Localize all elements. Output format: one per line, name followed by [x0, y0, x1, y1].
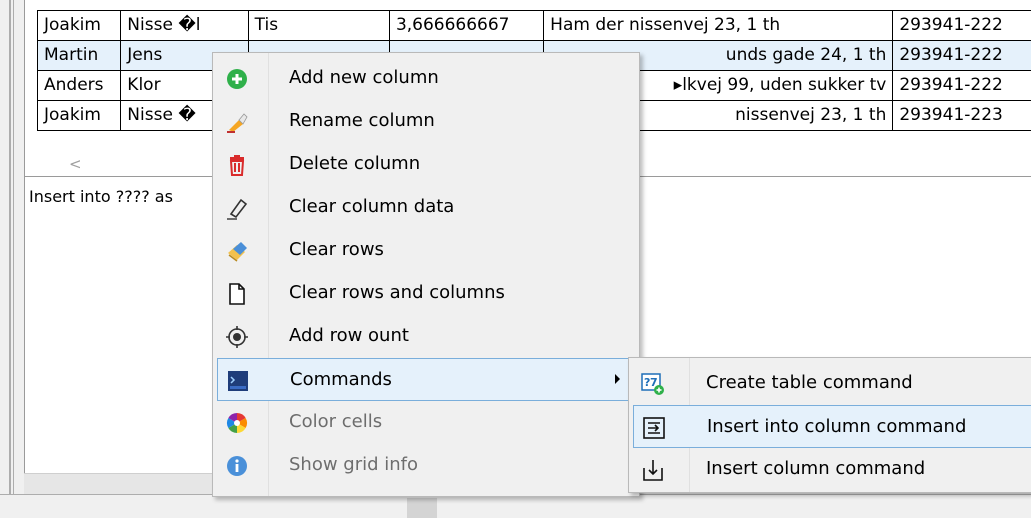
grid-cell[interactable]: Tis	[247, 10, 390, 41]
grid-cell[interactable]: 293941-222	[892, 70, 1031, 101]
add-icon	[225, 67, 249, 91]
row-count-icon	[225, 325, 249, 349]
window-edge-inner	[13, 0, 14, 495]
blank-page-icon	[225, 282, 249, 306]
menu-item-add-row-count[interactable]: Add row ount	[217, 315, 635, 358]
menu-item-color-cells: Color cells	[217, 401, 635, 444]
scroll-left-arrow[interactable]: <	[69, 155, 82, 173]
menu-item-label: Insert into column command	[707, 416, 967, 437]
sql-icon	[226, 369, 250, 393]
grid-cell[interactable]: Joakim	[36, 100, 122, 131]
grid-cell[interactable]: Nisse �l	[120, 10, 249, 41]
menu-item-commands[interactable]: Commands	[217, 358, 635, 401]
menu-item-add-new-column[interactable]: Add new column	[217, 57, 635, 100]
commands-submenu: ? 7 Create table command Insert into colu…	[628, 357, 1031, 493]
eraser-icon	[225, 196, 249, 220]
menu-item-label: Show grid info	[289, 454, 419, 475]
grid-cell[interactable]: Ham der nissenvej 23, 1 th	[543, 10, 894, 41]
menu-item-label: Create table command	[706, 372, 913, 393]
submenu-item-create-table-command[interactable]: ? 7 Create table command	[633, 362, 1031, 405]
scroll-thumb[interactable]	[407, 498, 437, 518]
insert-into-icon	[642, 416, 666, 440]
table-row[interactable]: Joakim Nisse �l Tis 3,666666667 Ham der …	[36, 10, 1031, 41]
grid-cell[interactable]: 293941-222	[892, 10, 1031, 41]
submenu-arrow-icon	[615, 374, 620, 384]
menu-item-label: Clear rows and columns	[289, 282, 505, 303]
grid-cell[interactable]: 293941-223	[892, 100, 1031, 131]
sql-text-line: Insert into ???? as	[29, 187, 173, 206]
grid-cell[interactable]: Joakim	[36, 10, 122, 41]
grid-cell[interactable]: 293941-222	[892, 40, 1031, 71]
menu-item-label: Insert column command	[706, 458, 926, 479]
menu-item-label: Clear column data	[289, 196, 455, 217]
window-edge	[9, 0, 11, 495]
create-table-icon: ? 7	[641, 372, 665, 396]
menu-item-label: Commands	[290, 369, 392, 390]
menu-item-clear-rows[interactable]: Clear rows	[217, 229, 635, 272]
menu-item-rename-column[interactable]: Rename column	[217, 100, 635, 143]
menu-item-label: Add row ount	[289, 325, 409, 346]
info-icon	[225, 454, 249, 478]
submenu-item-insert-into-column-command[interactable]: Insert into column command	[633, 405, 1031, 448]
menu-item-label: Rename column	[289, 110, 435, 131]
menu-item-show-grid-info: Show grid info	[217, 444, 635, 487]
insert-column-icon	[641, 458, 665, 482]
menu-item-clear-rows-and-columns[interactable]: Clear rows and columns	[217, 272, 635, 315]
color-wheel-icon	[225, 411, 249, 435]
menu-item-label: Clear rows	[289, 239, 384, 260]
menu-item-label: Color cells	[289, 411, 383, 432]
grid-cell[interactable]: 3,666666667	[388, 10, 545, 41]
broom-icon	[225, 239, 249, 263]
grid-cell[interactable]: Martin	[36, 40, 122, 71]
grid-cell[interactable]: Anders	[36, 70, 122, 101]
menu-item-label: Add new column	[289, 67, 439, 88]
menu-item-clear-column-data[interactable]: Clear column data	[217, 186, 635, 229]
trash-icon	[225, 153, 249, 177]
context-menu: Add new column Rename column Delete colu…	[212, 52, 640, 497]
menu-item-label: Delete column	[289, 153, 421, 174]
submenu-item-insert-column-command[interactable]: Insert column command	[633, 448, 1031, 491]
rename-icon	[225, 110, 249, 134]
menu-item-delete-column[interactable]: Delete column	[217, 143, 635, 186]
